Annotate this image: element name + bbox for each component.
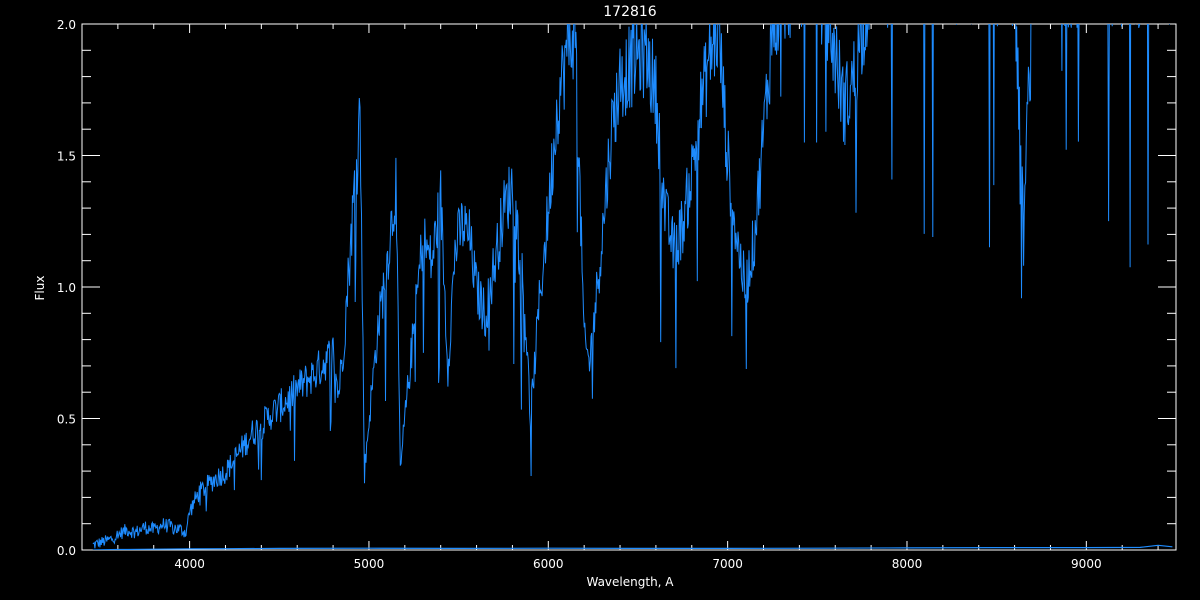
chart-background — [0, 0, 1200, 600]
x-tick-label: 6000 — [533, 557, 564, 571]
x-tick-label: 4000 — [174, 557, 205, 571]
y-tick-label: 2.0 — [57, 18, 76, 32]
x-tick-label: 5000 — [354, 557, 385, 571]
chart-title: 172816 — [603, 4, 657, 20]
y-axis-label: Flux — [33, 276, 47, 301]
x-tick-label: 8000 — [892, 557, 923, 571]
x-tick-label: 7000 — [712, 557, 743, 571]
x-axis-label: Wavelength, A — [586, 575, 674, 589]
y-tick-label: 0.0 — [57, 544, 76, 558]
spectrum-chart: 172816 4000 5000 6000 7000 8000 9000 0.0 0.5 1.… — [0, 0, 1200, 600]
y-tick-label: 1.0 — [57, 281, 76, 295]
y-tick-label: 1.5 — [57, 150, 76, 164]
x-tick-label: 9000 — [1071, 557, 1102, 571]
y-tick-label: 0.5 — [57, 413, 76, 427]
